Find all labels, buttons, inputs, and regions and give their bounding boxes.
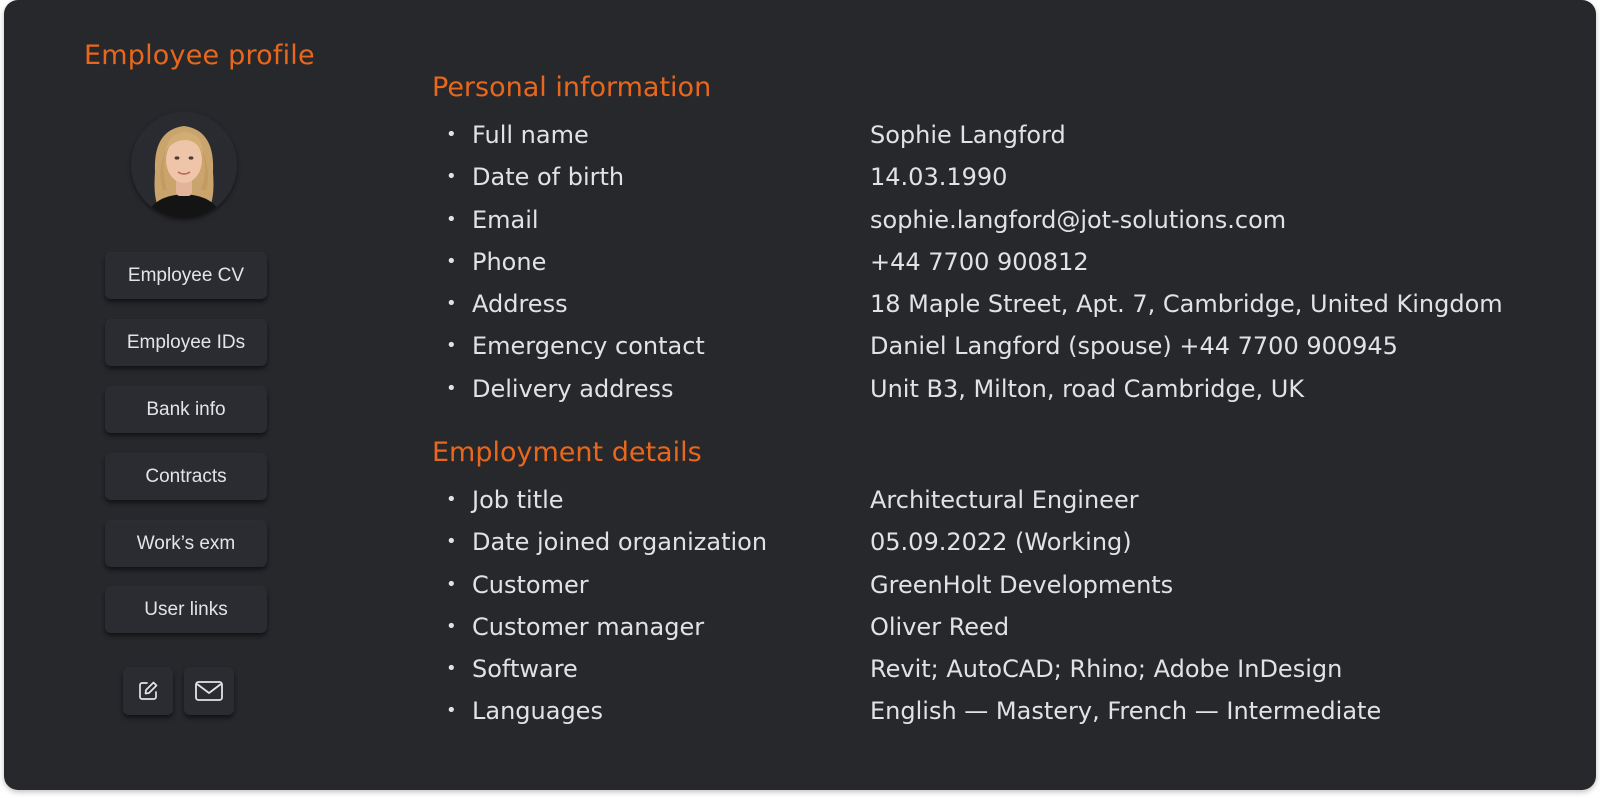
field-label: Emergency contact	[472, 332, 705, 361]
field-value: 14.03.1990	[870, 163, 1008, 192]
avatar	[131, 112, 237, 218]
field-value: English — Mastery, French — Intermediate	[870, 697, 1382, 726]
edit-icon	[139, 681, 158, 700]
profile-title: Employee profile	[84, 40, 315, 71]
field-value: Oliver Reed	[870, 612, 1010, 641]
edit-button[interactable]	[123, 667, 173, 715]
field-label: Address	[472, 290, 568, 319]
field-value: Revit; AutoCAD; Rhino; Adobe InDesign	[870, 655, 1343, 684]
field-label: Email	[472, 205, 539, 234]
field-value: 18 Maple Street, Apt. 7, Cambridge, Unit…	[870, 290, 1503, 319]
field-label: Job title	[472, 486, 564, 514]
employee-profile-card: Employee profile Employee CV Employee ID…	[4, 0, 1596, 790]
field-value: +44 7700 900812	[870, 247, 1089, 276]
user-links-button[interactable]: User links	[105, 587, 267, 633]
field-label: Phone	[472, 247, 547, 276]
employee-cv-button[interactable]: Employee CV	[105, 253, 267, 299]
personal-info-title: Personal information	[432, 72, 712, 103]
field-label: Date joined organization	[472, 528, 768, 557]
field-value: Sophie Langford	[870, 121, 1066, 149]
employment-details-title: Employment details	[432, 437, 702, 468]
field-value: 05.09.2022 (Working)	[870, 528, 1132, 557]
field-value: Unit B3, Milton, road Cambridge, UK	[870, 374, 1305, 403]
mail-button[interactable]	[184, 667, 234, 715]
field-label: Software	[472, 655, 578, 684]
field-label: Customer manager	[472, 612, 705, 641]
field-label: Date of birth	[472, 163, 625, 192]
field-value: Daniel Langford (spouse) +44 7700 900945	[870, 332, 1398, 361]
contracts-button[interactable]: Contracts	[105, 454, 267, 500]
mail-icon	[195, 681, 223, 701]
bank-info-button[interactable]: Bank info	[105, 387, 267, 433]
email-value[interactable]: sophie.langford@jot-solutions.com	[870, 199, 1286, 241]
field-label: Customer	[472, 570, 589, 599]
field-label: Languages	[472, 697, 603, 726]
field-value: GreenHolt Developments	[870, 570, 1174, 599]
works-exm-button[interactable]: Work’s exm	[105, 521, 267, 567]
field-label: Full name	[472, 121, 589, 149]
employee-ids-button[interactable]: Employee IDs	[105, 320, 267, 366]
field-value: Architectural Engineer	[870, 486, 1139, 514]
field-label: Delivery address	[472, 374, 674, 403]
